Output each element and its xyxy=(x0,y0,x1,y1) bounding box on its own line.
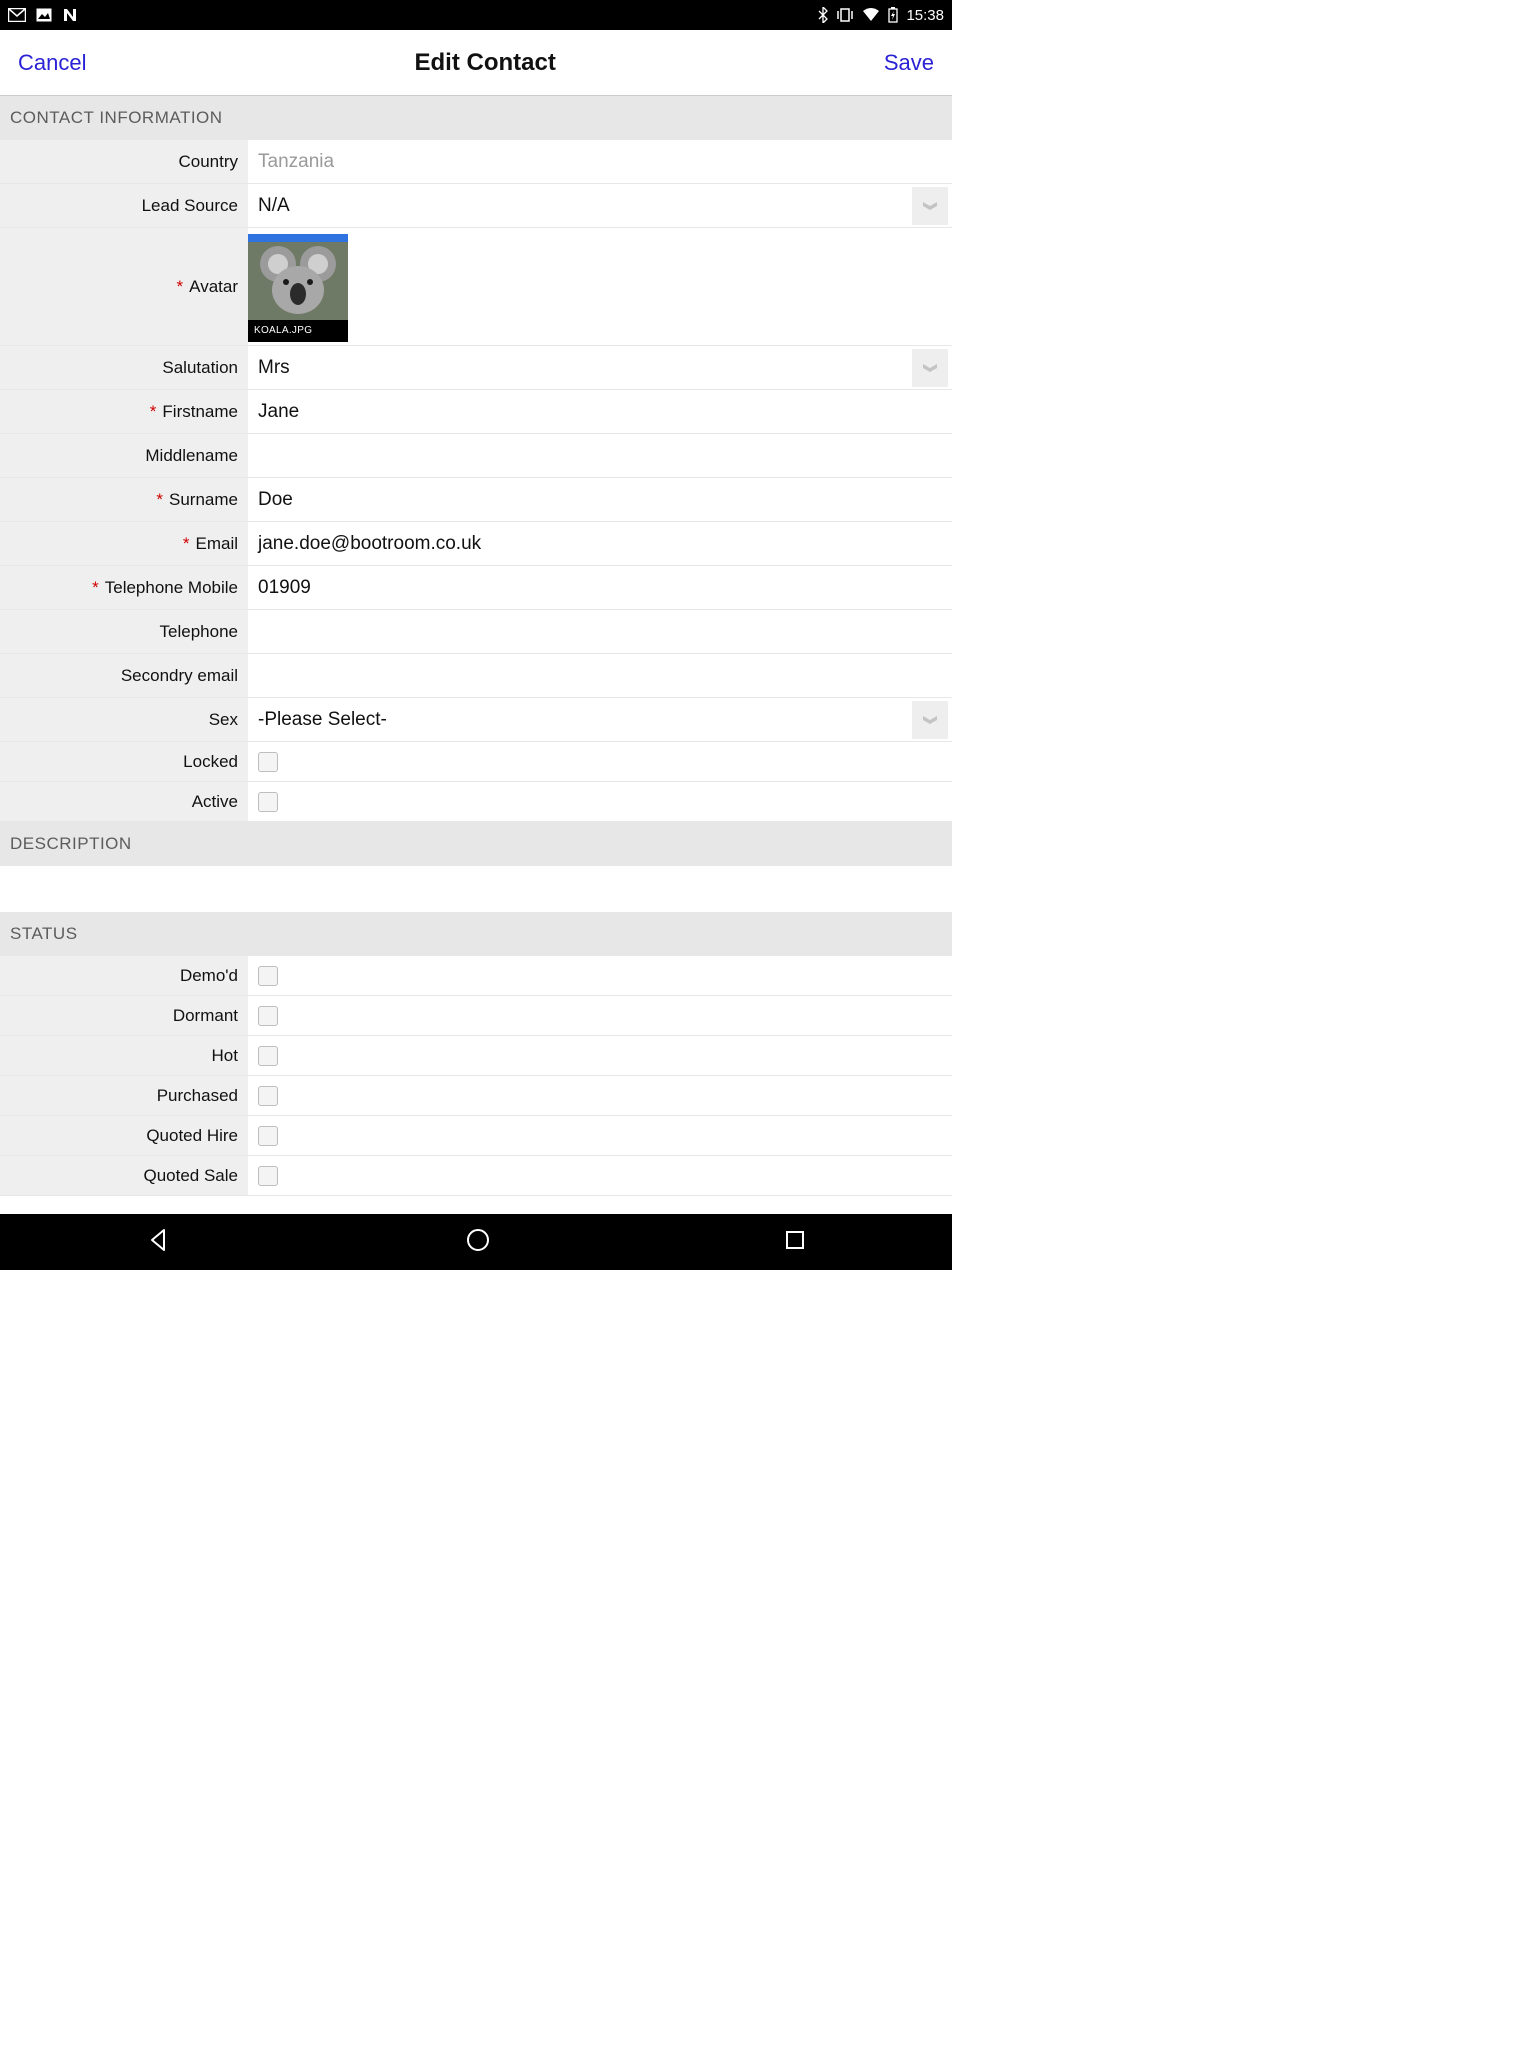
form-scroll-area[interactable]: CONTACT INFORMATION Country Tanzania Lea… xyxy=(0,96,952,1214)
purchased-checkbox[interactable] xyxy=(258,1086,278,1106)
label-country: Country xyxy=(178,152,238,172)
section-contact-info: CONTACT INFORMATION xyxy=(0,96,952,140)
surname-input[interactable]: Doe xyxy=(248,478,952,521)
firstname-input[interactable]: Jane xyxy=(248,390,952,433)
lead-source-select[interactable]: N/A xyxy=(248,184,952,227)
quoted-sale-checkbox[interactable] xyxy=(258,1166,278,1186)
android-nav-bar xyxy=(0,1214,952,1270)
country-input[interactable]: Tanzania xyxy=(248,140,952,183)
telephone-mobile-input[interactable]: 01909 xyxy=(248,566,952,609)
telephone-input[interactable] xyxy=(248,610,952,653)
demod-checkbox[interactable] xyxy=(258,966,278,986)
middlename-input[interactable] xyxy=(248,434,952,477)
label-secondary-email: Secondry email xyxy=(121,666,238,686)
chevron-down-icon[interactable] xyxy=(912,701,948,739)
label-middlename: Middlename xyxy=(145,446,238,466)
label-telephone: Telephone xyxy=(160,622,238,642)
status-time: 15:38 xyxy=(906,7,944,24)
avatar-filename: KOALA.JPG xyxy=(248,320,348,342)
avatar-image xyxy=(248,242,348,320)
chevron-down-icon[interactable] xyxy=(912,349,948,387)
sex-value: -Please Select- xyxy=(258,709,387,731)
secondary-email-input[interactable] xyxy=(248,654,952,697)
label-purchased: Purchased xyxy=(157,1086,238,1106)
required-marker: * xyxy=(183,534,190,554)
label-hot: Hot xyxy=(212,1046,238,1066)
sex-select[interactable]: -Please Select- xyxy=(248,698,952,741)
label-dormant: Dormant xyxy=(173,1006,238,1026)
salutation-value: Mrs xyxy=(258,357,290,379)
section-status: STATUS xyxy=(0,912,952,956)
required-marker: * xyxy=(156,490,163,510)
chevron-down-icon[interactable] xyxy=(912,187,948,225)
required-marker: * xyxy=(150,402,157,422)
label-quoted-sale: Quoted Sale xyxy=(143,1166,238,1186)
required-marker: * xyxy=(177,277,184,297)
email-input[interactable]: jane.doe@bootroom.co.uk xyxy=(248,522,952,565)
battery-charging-icon xyxy=(888,7,898,23)
salutation-select[interactable]: Mrs xyxy=(248,346,952,389)
wifi-icon xyxy=(862,8,880,22)
active-checkbox[interactable] xyxy=(258,792,278,812)
android-status-bar: 15:38 xyxy=(0,0,952,30)
description-input[interactable] xyxy=(0,866,952,912)
label-active: Active xyxy=(192,792,238,812)
label-demod: Demo'd xyxy=(180,966,238,986)
n-app-icon xyxy=(62,8,78,22)
home-button[interactable] xyxy=(465,1227,491,1258)
avatar-attachment[interactable]: KOALA.JPG xyxy=(248,234,348,342)
label-telephone-mobile: Telephone Mobile xyxy=(105,578,238,598)
vibrate-icon xyxy=(836,8,854,22)
label-firstname: Firstname xyxy=(162,402,238,422)
required-marker: * xyxy=(92,578,99,598)
label-avatar: Avatar xyxy=(189,277,238,297)
dormant-checkbox[interactable] xyxy=(258,1006,278,1026)
photos-icon xyxy=(36,8,52,22)
section-description: DESCRIPTION xyxy=(0,822,952,866)
locked-checkbox[interactable] xyxy=(258,752,278,772)
label-salutation: Salutation xyxy=(162,358,238,378)
label-lead-source: Lead Source xyxy=(142,196,238,216)
label-surname: Surname xyxy=(169,490,238,510)
recents-button[interactable] xyxy=(784,1229,806,1256)
label-sex: Sex xyxy=(209,710,238,730)
label-locked: Locked xyxy=(183,752,238,772)
lead-source-value: N/A xyxy=(258,195,290,217)
gmail-icon xyxy=(8,8,26,22)
bluetooth-icon xyxy=(818,7,828,23)
cancel-button[interactable]: Cancel xyxy=(18,50,86,76)
save-button[interactable]: Save xyxy=(884,50,934,76)
hot-checkbox[interactable] xyxy=(258,1046,278,1066)
page-title: Edit Contact xyxy=(415,49,556,77)
back-button[interactable] xyxy=(146,1227,172,1258)
label-quoted-hire: Quoted Hire xyxy=(146,1126,238,1146)
label-email: Email xyxy=(195,534,238,554)
app-header: Cancel Edit Contact Save xyxy=(0,30,952,96)
quoted-hire-checkbox[interactable] xyxy=(258,1126,278,1146)
